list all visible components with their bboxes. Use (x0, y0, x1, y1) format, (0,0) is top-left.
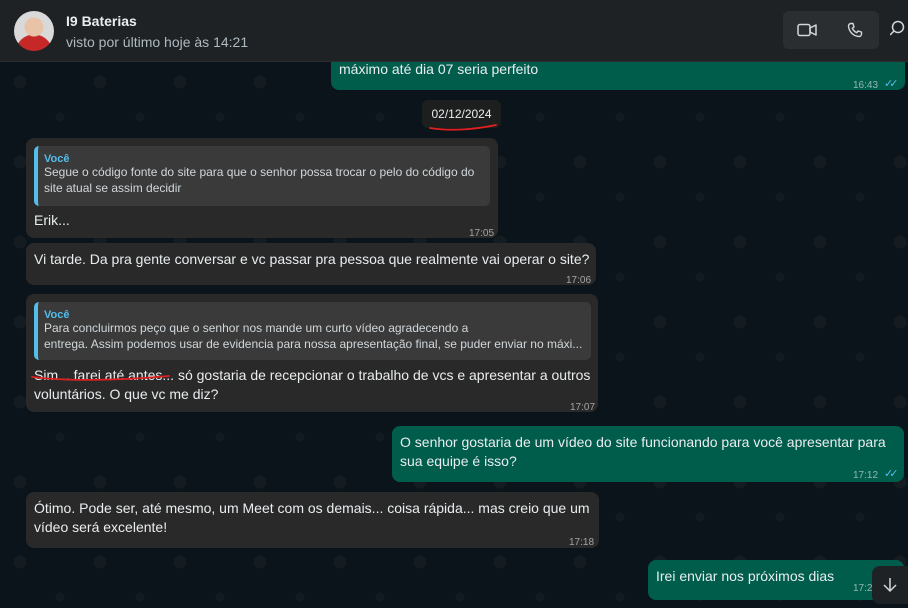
message-text-line: voluntários. O que vc me diz? (34, 386, 219, 402)
call-button-group (783, 11, 879, 49)
quoted-text: Segue o código fonte do site para que o … (44, 164, 474, 196)
chevron-down-icon (883, 578, 897, 593)
message-text-line: Ótimo. Pode ser, até mesmo, um Meet com … (34, 500, 590, 516)
search-icon (890, 20, 905, 36)
read-receipt-icon: ✓✓ (884, 468, 899, 480)
message-time: 17:12 (853, 470, 879, 481)
message-time: 17:06 (566, 275, 592, 286)
message-bubble-incoming[interactable]: Você Segue o código fonte do site para q… (26, 138, 498, 239)
video-call-button[interactable] (783, 11, 831, 49)
message-time: 17:05 (469, 228, 495, 239)
quoted-text-line: Para concluirmos peço que o senhor nos m… (44, 321, 469, 335)
read-receipt-icon: ✓✓ (884, 78, 899, 90)
message-time: 17:07 (570, 402, 596, 413)
message-text: Ótimo. Pode ser, até mesmo, um Meet com … (34, 499, 590, 537)
quoted-message[interactable]: Você Para concluirmos peço que o senhor … (34, 302, 591, 360)
message-bubble-outgoing[interactable]: O senhor gostaria de um vídeo do site fu… (392, 426, 904, 482)
quoted-text-line: Segue o código fonte do site para que o … (44, 165, 475, 179)
reply-annotation-underline (31, 375, 170, 381)
message-text: Erik... (34, 212, 70, 228)
video-camera-icon (797, 23, 817, 37)
message-bubble-outgoing[interactable]: Irei enviar nos próximos dias 17:2 (648, 560, 904, 600)
message-text: O senhor gostaria de um vídeo do site fu… (400, 433, 886, 471)
message-text-line: O senhor gostaria de um vídeo do site fu… (400, 434, 886, 450)
message-time: 17:2 (853, 583, 873, 594)
message-text: Irei enviar nos próximos dias (656, 568, 835, 584)
voice-call-button[interactable] (831, 11, 879, 49)
message-text: Vi tarde. Da pra gente conversar e vc pa… (34, 251, 590, 267)
quoted-text: Para concluirmos peço que o senhor nos m… (44, 320, 582, 352)
quoted-text-line: entrega. Assim podemos usar de evidencia… (44, 337, 583, 351)
last-seen-status: visto por último hoje às 14:21 (66, 34, 249, 50)
scroll-to-bottom-button[interactable] (872, 566, 908, 604)
search-button[interactable] (890, 19, 908, 43)
date-separator-label: 02/12/2024 (431, 107, 492, 121)
message-list[interactable]: máximo até dia 07 seria perfeito 16:43 ✓… (0, 62, 908, 608)
message-text-line: vídeo será excelente! (34, 519, 168, 535)
message-time: 16:43 (853, 80, 879, 91)
message-time: 17:18 (569, 537, 595, 548)
message-bubble-incoming[interactable]: Ótimo. Pode ser, até mesmo, um Meet com … (26, 492, 599, 548)
contact-name[interactable]: I9 Baterias (66, 13, 137, 29)
message-bubble-outgoing[interactable]: máximo até dia 07 seria perfeito 16:43 ✓… (331, 62, 905, 91)
quoted-message[interactable]: Você Segue o código fonte do site para q… (34, 146, 490, 206)
message-bubble-incoming[interactable]: Você Para concluirmos peço que o senhor … (26, 294, 598, 413)
quoted-text-line: site atual se assim decidir (44, 181, 182, 195)
message-bubble-incoming[interactable]: Vi tarde. Da pra gente conversar e vc pa… (26, 243, 596, 286)
contact-avatar[interactable] (14, 11, 54, 51)
message-text: máximo até dia 07 seria perfeito (339, 62, 539, 77)
phone-icon (847, 22, 863, 38)
date-annotation-underline (429, 124, 497, 131)
message-text-line: sua equipe é isso? (400, 453, 517, 469)
chat-header: I9 Baterias visto por último hoje às 14:… (0, 0, 908, 62)
